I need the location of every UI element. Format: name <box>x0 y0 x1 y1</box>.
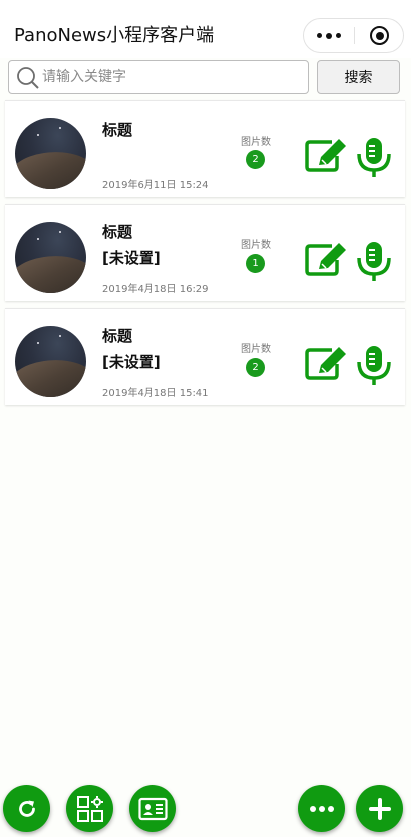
image-count-badge: 1 <box>246 254 265 273</box>
news-card[interactable]: 标题 2019年6月11日 15:24 图片数 2 <box>5 100 405 197</box>
profile-card-button[interactable] <box>129 785 176 832</box>
microphone-icon[interactable] <box>356 240 392 282</box>
news-title: 标题 <box>102 327 133 345</box>
refresh-icon <box>18 800 35 817</box>
search-box <box>8 60 309 94</box>
apps-button[interactable] <box>66 785 113 832</box>
news-thumbnail <box>15 118 86 189</box>
news-card[interactable]: 标题 [未设置] 2019年4月18日 16:29 图片数 1 <box>5 204 405 301</box>
close-button[interactable] <box>355 19 404 52</box>
search-input[interactable] <box>42 62 304 92</box>
id-card-icon <box>137 797 168 820</box>
target-circle-icon <box>370 26 389 45</box>
plus-icon <box>368 797 391 820</box>
news-date: 2019年4月18日 15:41 <box>102 388 209 399</box>
nav-bar: PanoNews小程序客户端 <box>0 0 411 58</box>
edit-icon[interactable] <box>305 346 349 380</box>
news-card[interactable]: 标题 [未设置] 2019年4月18日 15:41 图片数 2 <box>5 308 405 405</box>
more-dots-icon <box>309 805 334 812</box>
app-title: PanoNews小程序客户端 <box>14 25 215 46</box>
microphone-icon[interactable] <box>356 136 392 178</box>
more-dot <box>336 33 341 38</box>
grid-apps-icon <box>76 795 103 822</box>
refresh-button[interactable] <box>3 785 50 832</box>
microphone-icon[interactable] <box>356 344 392 386</box>
image-count-label: 图片数 <box>241 344 271 355</box>
news-subtitle: [未设置] <box>102 249 161 267</box>
more-dot <box>326 32 332 39</box>
news-date: 2019年4月18日 16:29 <box>102 284 209 295</box>
news-date: 2019年6月11日 15:24 <box>102 180 209 191</box>
news-title: 标题 <box>102 223 133 241</box>
image-count-label: 图片数 <box>241 240 271 251</box>
more-button[interactable] <box>304 19 354 52</box>
more-button[interactable] <box>298 785 345 832</box>
news-thumbnail <box>15 326 86 397</box>
edit-icon[interactable] <box>305 242 349 276</box>
add-button[interactable] <box>356 785 403 832</box>
image-count-badge: 2 <box>246 358 265 377</box>
search-button[interactable]: 搜索 <box>317 60 400 94</box>
search-icon <box>17 67 39 89</box>
more-dots-icon <box>317 33 322 38</box>
image-count-badge: 2 <box>246 150 265 169</box>
news-subtitle: [未设置] <box>102 353 161 371</box>
edit-icon[interactable] <box>305 138 349 172</box>
image-count-label: 图片数 <box>241 137 271 148</box>
capsule-menu <box>303 18 404 53</box>
news-thumbnail <box>15 222 86 293</box>
news-title: 标题 <box>102 121 133 139</box>
